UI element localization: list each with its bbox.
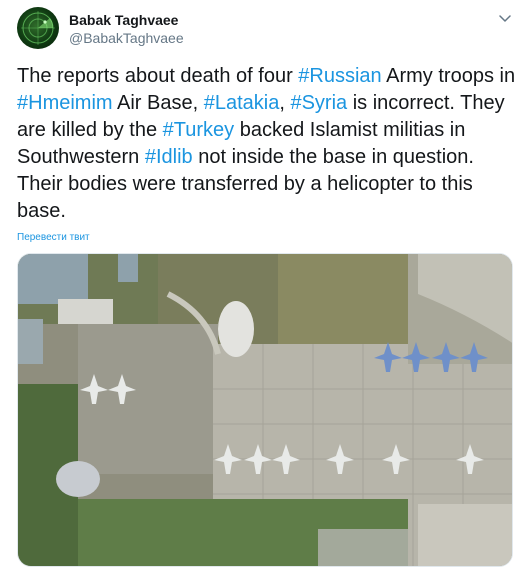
satellite-image	[18, 254, 512, 566]
translate-tweet-link[interactable]: Перевести твит	[17, 232, 90, 243]
hashtag-link[interactable]: #Russian	[298, 65, 381, 87]
hashtag-link[interactable]: #Latakia	[204, 92, 280, 114]
chevron-down-icon[interactable]	[495, 12, 515, 26]
tweet-text-segment: Army troops in	[381, 65, 516, 87]
radar-icon	[21, 11, 55, 45]
hashtag-link[interactable]: #Idlib	[145, 146, 193, 168]
tweet-text-segment: The reports about death of four	[17, 65, 299, 87]
hashtag-link[interactable]: #Turkey	[163, 119, 235, 141]
tweet-card: Babak Taghvaee @BabakTaghvaee The report…	[0, 0, 529, 583]
hashtag-link[interactable]: #Hmeimim	[17, 92, 113, 114]
tweet-text-segment: ,	[279, 92, 291, 114]
author-handle[interactable]: @BabakTaghvaee	[69, 30, 184, 46]
tweet-media-image[interactable]	[17, 253, 513, 567]
author-display-name[interactable]: Babak Taghvaee	[69, 12, 178, 28]
hashtag-link[interactable]: #Syria	[290, 92, 347, 114]
tweet-text-segment: Air Base,	[112, 92, 204, 114]
tweet-text: The reports about death of four #Russian…	[17, 63, 522, 225]
avatar[interactable]	[17, 7, 59, 49]
